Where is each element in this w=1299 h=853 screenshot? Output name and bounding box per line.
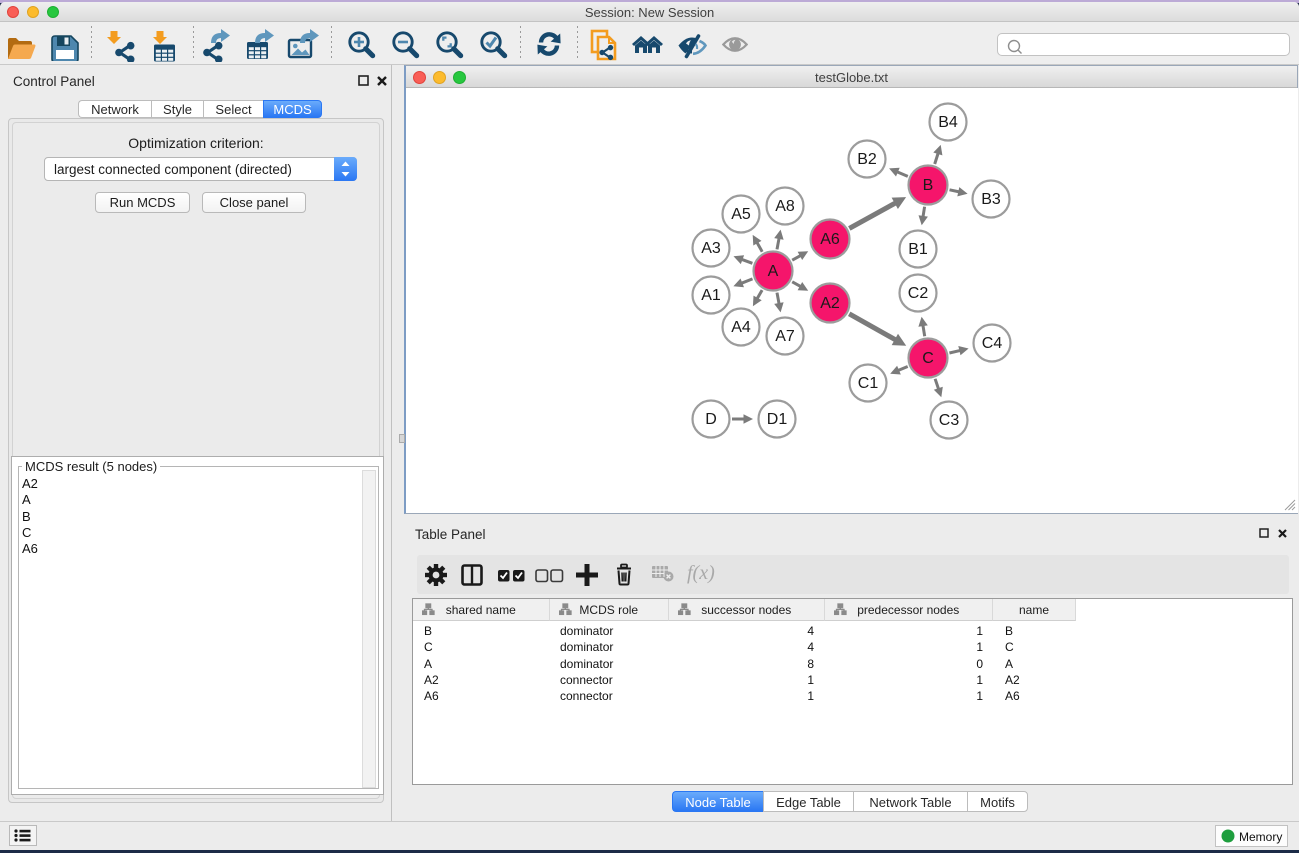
svg-text:D1: D1 [767,411,788,428]
svg-text:D: D [705,411,717,428]
svg-text:C1: C1 [858,375,879,392]
svg-text:B1: B1 [908,241,928,258]
svg-text:B2: B2 [857,151,877,168]
svg-text:A8: A8 [775,198,795,215]
svg-text:A1: A1 [701,287,721,304]
svg-text:A5: A5 [731,206,751,223]
svg-text:A: A [768,263,779,280]
svg-text:A3: A3 [701,240,721,257]
svg-text:A6: A6 [820,231,840,248]
svg-text:A7: A7 [775,328,795,345]
svg-text:B4: B4 [938,114,958,131]
svg-text:C: C [922,350,934,367]
svg-text:A4: A4 [731,319,751,336]
svg-text:C4: C4 [982,335,1003,352]
svg-text:A2: A2 [820,295,840,312]
svg-text:B: B [923,177,934,194]
svg-text:C2: C2 [908,285,929,302]
svg-text:B3: B3 [981,191,1001,208]
svg-text:C3: C3 [939,412,960,429]
